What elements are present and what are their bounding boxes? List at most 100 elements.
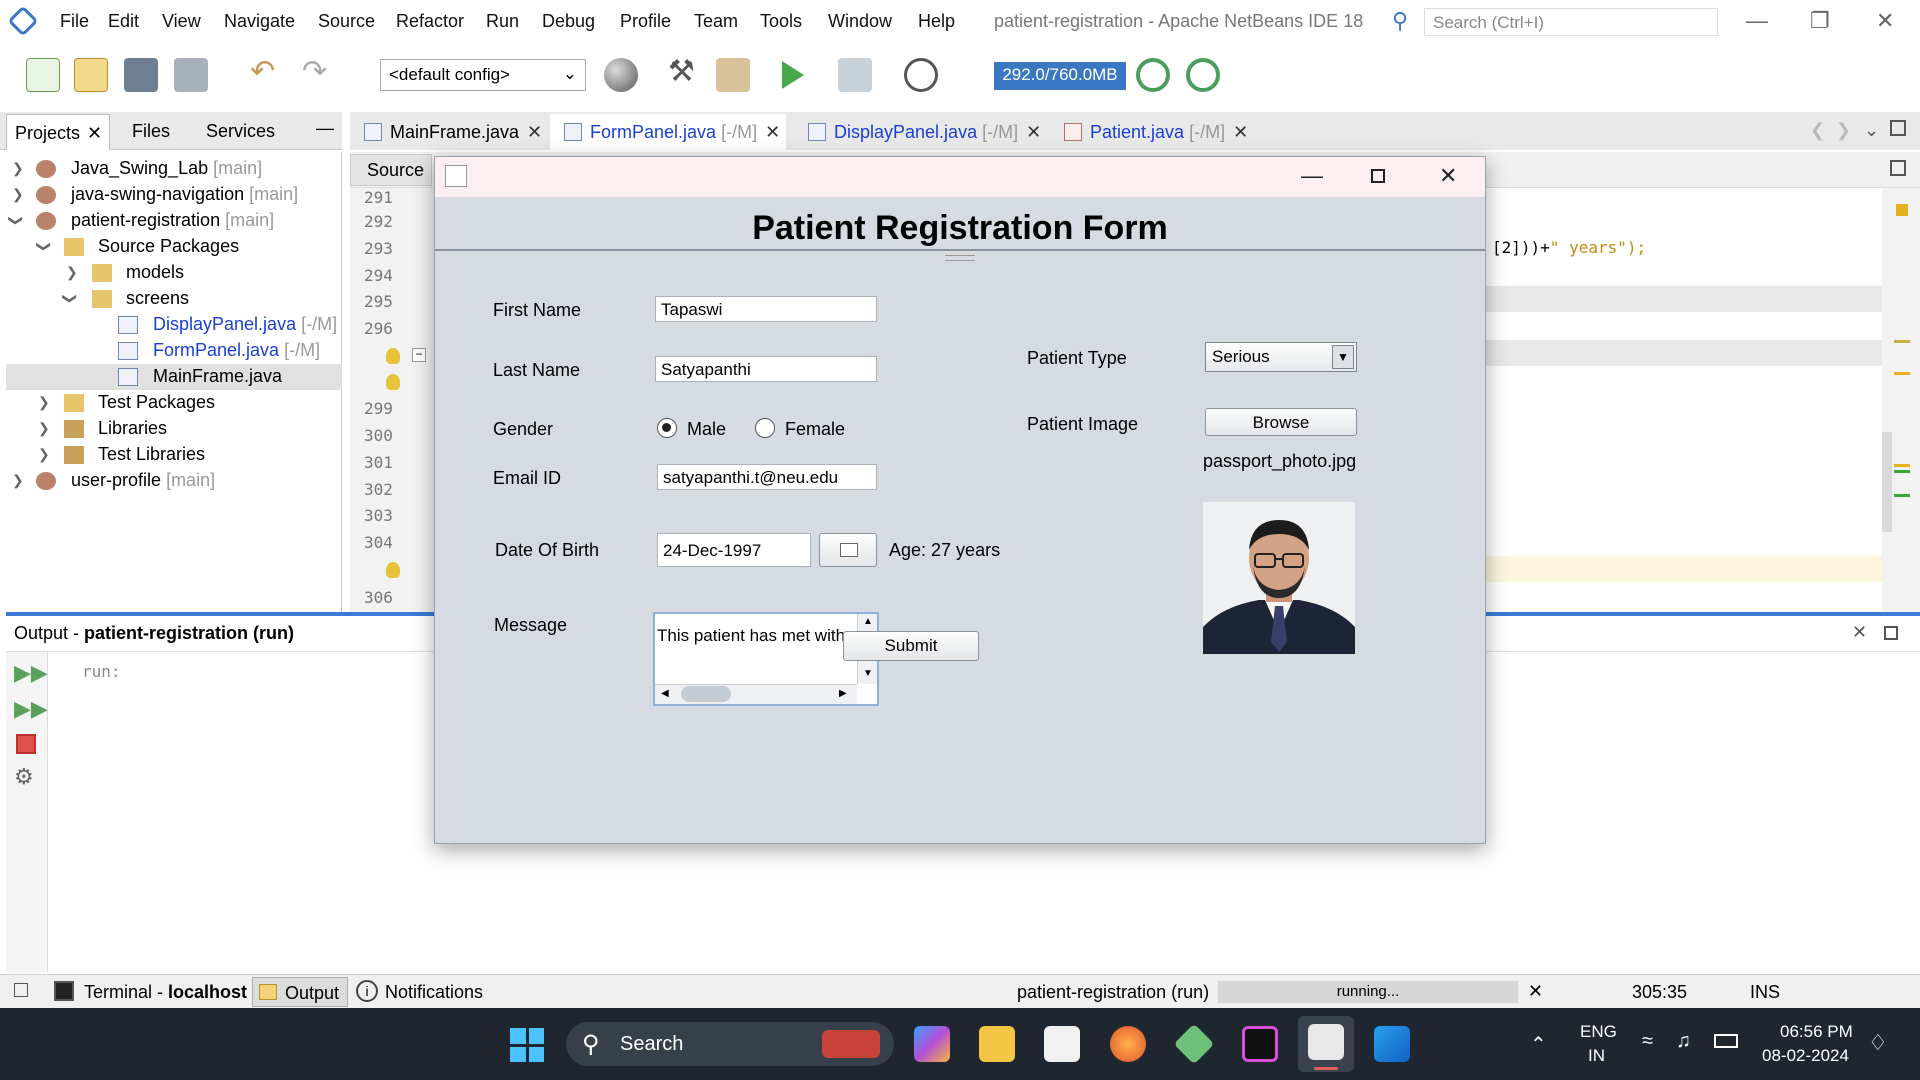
info-icon[interactable]: i <box>356 980 378 1002</box>
tree-item-java-swing-navigation[interactable]: ❯ java-swing-navigation [main] <box>6 182 336 208</box>
close-icon[interactable]: ✕ <box>1439 163 1457 189</box>
clean-build-icon[interactable] <box>716 58 750 92</box>
tree-item-java-swing-lab[interactable]: ❯ Java_Swing_Lab [main] <box>6 156 336 182</box>
source-tab[interactable]: Source <box>350 154 432 186</box>
browse-button[interactable]: Browse <box>1205 408 1357 436</box>
chevron-right-icon[interactable]: ❯ <box>12 160 24 177</box>
patient-type-select[interactable]: Serious ▼ <box>1205 342 1357 372</box>
menu-profile[interactable]: Profile <box>620 11 671 32</box>
menu-navigate[interactable]: Navigate <box>224 11 295 32</box>
notification-bell-icon[interactable]: ♢ <box>1868 1030 1888 1056</box>
progress-bar[interactable]: running... <box>1218 981 1518 1003</box>
gender-female-radio[interactable] <box>755 418 775 438</box>
save-all-icon[interactable] <box>174 58 208 92</box>
menu-view[interactable]: View <box>162 11 201 32</box>
chevron-right-icon[interactable]: ❯ <box>12 472 24 489</box>
chevron-right-icon[interactable]: ❯ <box>12 186 24 203</box>
scroll-right-icon[interactable]: ❯ <box>1836 120 1851 141</box>
tree-item-models[interactable]: ❯ models <box>6 260 336 286</box>
terminal-tab[interactable]: Terminal - localhost <box>84 982 247 1003</box>
horizontal-scrollbar[interactable]: ◀ ▶ <box>655 684 857 704</box>
profiler-icon[interactable] <box>1186 58 1220 92</box>
maximize-icon[interactable] <box>1371 169 1385 183</box>
dropdown-arrow-icon[interactable]: ▼ <box>1332 345 1354 369</box>
restore-windows-icon[interactable] <box>14 983 28 997</box>
language-primary[interactable]: ENG <box>1580 1022 1617 1042</box>
chevron-down-icon[interactable]: ❯ <box>35 241 52 253</box>
tree-item-source-packages[interactable]: ❯ Source Packages <box>6 234 336 260</box>
output-tab[interactable]: Output <box>252 977 348 1007</box>
tab-projects[interactable]: Projects ✕ <box>6 114 110 150</box>
hint-bulb-icon[interactable] <box>386 348 400 364</box>
gender-male-label[interactable]: Male <box>687 419 726 440</box>
scrollbar-thumb[interactable] <box>1882 432 1892 532</box>
scroll-left-icon[interactable]: ❮ <box>1810 120 1825 141</box>
chevron-down-icon[interactable]: ❯ <box>61 293 78 305</box>
menu-tools[interactable]: Tools <box>760 11 802 32</box>
chevron-right-icon[interactable]: ❯ <box>38 420 50 437</box>
open-project-icon[interactable] <box>124 58 158 92</box>
scroll-right-icon[interactable]: ▶ <box>839 688 847 699</box>
firefox-icon[interactable] <box>1110 1026 1146 1062</box>
tab-patient[interactable]: Patient.java [-/M] ✕ <box>1050 114 1260 150</box>
clock-date[interactable]: 08-02-2024 <box>1762 1046 1849 1066</box>
menu-team[interactable]: Team <box>694 11 738 32</box>
close-icon[interactable]: ✕ <box>87 123 102 144</box>
tree-item-displaypanel[interactable]: DisplayPanel.java [-/M] <box>6 312 337 338</box>
debug-icon[interactable] <box>838 58 872 92</box>
minimize-icon[interactable]: — <box>1746 8 1768 34</box>
photos-icon[interactable] <box>1374 1026 1410 1062</box>
settings-icon[interactable]: ⚙ <box>14 764 34 790</box>
close-tab-icon[interactable]: ✕ <box>765 122 780 142</box>
rerun-params-icon[interactable]: ▶▶ <box>14 696 48 722</box>
redo-icon[interactable]: ↷ <box>302 54 336 88</box>
config-select[interactable]: <default config> ⌄ <box>380 59 586 91</box>
new-file-icon[interactable] <box>26 58 60 92</box>
search-icon[interactable]: ⚲ <box>1392 8 1408 34</box>
battery-icon[interactable] <box>1714 1034 1738 1048</box>
tree-item-patient-registration[interactable]: ❯ patient-registration [main] <box>6 208 336 234</box>
gender-male-radio[interactable] <box>657 418 677 438</box>
volume-icon[interactable]: ♫ <box>1676 1030 1691 1053</box>
stripe-marker[interactable] <box>1894 494 1910 497</box>
close-tab-icon[interactable]: ✕ <box>1026 122 1041 142</box>
tree-item-screens[interactable]: ❯ screens <box>6 286 336 312</box>
build-hammer-icon[interactable]: ⚒ <box>668 54 702 88</box>
gender-female-label[interactable]: Female <box>785 419 845 440</box>
menu-source[interactable]: Source <box>318 11 375 32</box>
split-handle[interactable] <box>945 255 975 261</box>
menu-window[interactable]: Window <box>828 11 892 32</box>
stop-icon[interactable] <box>16 734 36 754</box>
tab-services[interactable]: Services <box>206 121 275 142</box>
menu-file[interactable]: File <box>60 11 89 32</box>
date-picker-button[interactable] <box>819 533 877 567</box>
submit-button[interactable]: Submit <box>843 631 979 661</box>
copilot-icon[interactable] <box>914 1026 950 1062</box>
scroll-left-icon[interactable]: ◀ <box>661 688 669 699</box>
language-secondary[interactable]: IN <box>1588 1046 1605 1066</box>
chevron-down-icon[interactable]: ⌄ <box>1864 120 1879 141</box>
first-name-field[interactable]: Tapaswi <box>655 296 877 322</box>
chevron-right-icon[interactable]: ❯ <box>38 394 50 411</box>
dialog-title-bar[interactable]: — ✕ <box>435 157 1485 197</box>
globe-icon[interactable] <box>604 58 638 92</box>
cancel-task-icon[interactable]: ✕ <box>1528 981 1543 1002</box>
menu-debug[interactable]: Debug <box>542 11 595 32</box>
windows-start-icon[interactable] <box>510 1028 544 1062</box>
undo-icon[interactable]: ↶ <box>250 54 284 88</box>
fold-icon[interactable]: − <box>412 348 426 362</box>
stripe-marker[interactable] <box>1894 372 1910 375</box>
taskbar-search[interactable]: ⚲ Search <box>566 1022 894 1066</box>
close-tab-icon[interactable]: ✕ <box>527 122 542 142</box>
menu-edit[interactable]: Edit <box>108 11 139 32</box>
run-icon[interactable] <box>782 61 804 89</box>
menu-help[interactable]: Help <box>918 11 955 32</box>
netbeans-taskbar-icon[interactable] <box>1173 1023 1215 1065</box>
close-icon[interactable]: ✕ <box>1876 8 1894 34</box>
profile-icon[interactable] <box>904 58 938 92</box>
chevron-right-icon[interactable]: ❯ <box>38 446 50 463</box>
minimize-panel-icon[interactable]: — <box>316 118 334 139</box>
gc-icon[interactable] <box>1136 58 1170 92</box>
tab-files[interactable]: Files <box>132 121 170 142</box>
hint-bulb-icon[interactable] <box>386 374 400 390</box>
